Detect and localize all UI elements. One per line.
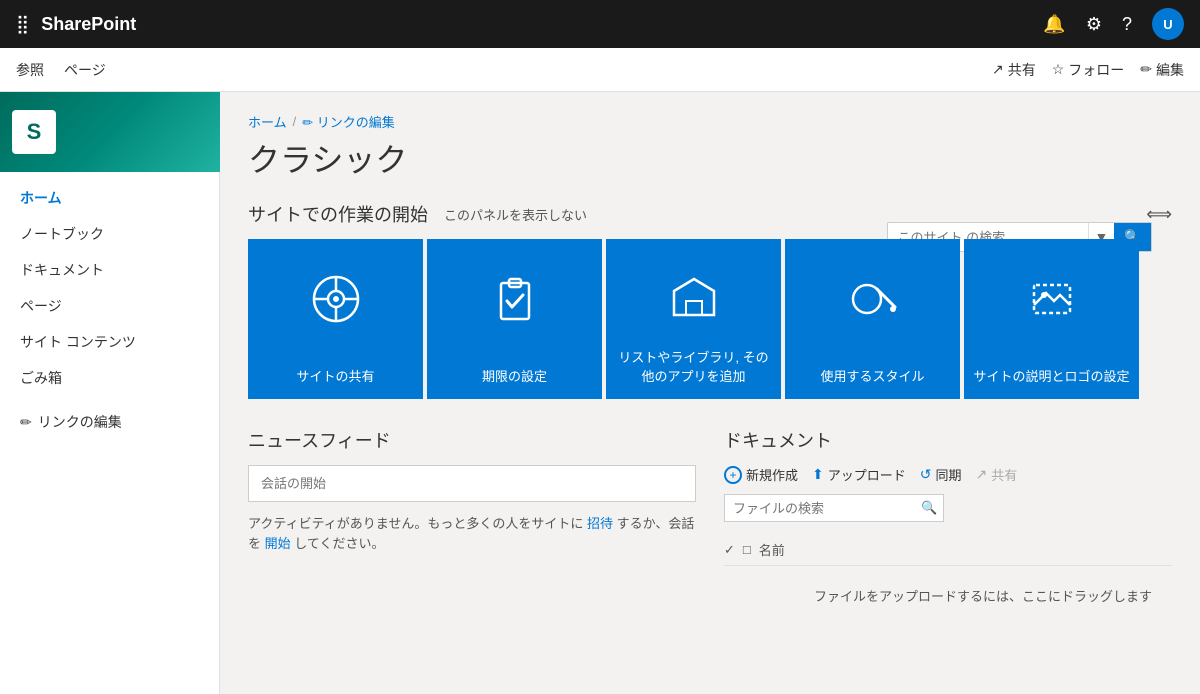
settings-icon[interactable]: ⚙ — [1086, 14, 1102, 35]
help-icon[interactable]: ? — [1122, 14, 1132, 35]
top-bar-right: 🔔 ⚙ ? U — [1043, 8, 1184, 40]
newsfeed-title: ニュースフィード — [248, 427, 696, 453]
bottom-row: ニュースフィード アクティビティがありません。もっと多くの人をサイトに 招待 す… — [248, 427, 1172, 605]
doc-list-header: ✓ □ 名前 — [724, 534, 1172, 566]
newsfeed-message: アクティビティがありません。もっと多くの人をサイトに 招待 するか、会話を 開始… — [248, 514, 696, 553]
upload-icon: ⬆ — [812, 466, 824, 483]
upload-button[interactable]: ⬆ アップロード — [812, 465, 906, 484]
sync-button[interactable]: ↺ 同期 — [920, 465, 962, 484]
cards-row: サイトの共有 期限の設定 — [248, 239, 1172, 399]
app-launcher-icon[interactable]: ⣿ — [16, 14, 29, 35]
edit-action[interactable]: ✏ 編集 — [1140, 60, 1184, 80]
sidebar-item-documents[interactable]: ドキュメント — [0, 252, 219, 288]
breadcrumb-edit-link[interactable]: ✏ リンクの編集 — [302, 112, 395, 131]
doc-search-input[interactable] — [725, 496, 915, 521]
share-site-icon — [306, 269, 366, 329]
nav-item-page[interactable]: ページ — [64, 60, 106, 80]
top-bar-left: ⣿ SharePoint — [16, 14, 136, 35]
main-layout: S ホーム ノートブック ドキュメント ページ サイト コンテンツ ごみ箱 ✏ … — [0, 92, 1200, 694]
breadcrumb: ホーム / ✏ リンクの編集 — [248, 112, 1172, 131]
card-deadline-label: 期限の設定 — [474, 366, 555, 385]
doc-search: 🔍 — [724, 494, 944, 522]
secondary-nav-right: ↗ 共有 ☆ フォロー ✏ 編集 — [992, 60, 1184, 80]
palette-icon — [843, 269, 903, 329]
top-bar: ⣿ SharePoint 🔔 ⚙ ? U — [0, 0, 1200, 48]
secondary-nav-left: 参照 ページ — [16, 60, 106, 80]
sidebar-item-pages[interactable]: ページ — [0, 288, 219, 324]
sidebar-item-trash[interactable]: ごみ箱 — [0, 360, 219, 396]
documents-section: ドキュメント + 新規作成 ⬆ アップロード ↺ 同期 — [724, 427, 1172, 605]
card-site-desc[interactable]: サイトの説明とロゴの設定 — [964, 239, 1139, 399]
sidebar-nav: ホーム ノートブック ドキュメント ページ サイト コンテンツ ごみ箱 ✏ リン… — [0, 172, 219, 448]
sidebar-item-home[interactable]: ホーム — [0, 180, 219, 216]
newsfeed-section: ニュースフィード アクティビティがありません。もっと多くの人をサイトに 招待 す… — [248, 427, 696, 605]
doc-check-col: ✓ — [724, 542, 735, 558]
sidebar-item-notebook[interactable]: ノートブック — [0, 216, 219, 252]
invite-link[interactable]: 招待 — [587, 516, 613, 531]
star-icon: ☆ — [1052, 61, 1065, 78]
doc-file-col: □ — [743, 542, 751, 557]
avatar[interactable]: U — [1152, 8, 1184, 40]
site-logo-icon: S — [12, 110, 56, 154]
follow-action[interactable]: ☆ フォロー — [1052, 60, 1125, 80]
pencil-icon: ✏ — [1140, 61, 1152, 78]
site-title: SharePoint — [41, 14, 136, 35]
edit-link-icon: ✏ — [20, 414, 32, 431]
doc-empty-message: ファイルをアップロードするには、ここにドラッグします — [724, 586, 1172, 605]
house-hex-icon — [664, 269, 724, 329]
share-action[interactable]: ↗ 共有 — [992, 60, 1036, 80]
nav-item-browse[interactable]: 参照 — [16, 60, 44, 80]
card-share-site[interactable]: サイトの共有 — [248, 239, 423, 399]
new-doc-button[interactable]: + 新規作成 — [724, 465, 798, 484]
page-title: クラシック — [248, 135, 1172, 181]
doc-name-col: 名前 — [759, 540, 785, 559]
sync-icon: ↺ — [920, 466, 932, 483]
content-wrapper: ▼ 🔍 ホーム / ✏ リンクの編集 クラシック サイトでの作業の開始 このパネ… — [248, 112, 1172, 605]
clipboard-icon — [485, 269, 545, 329]
card-share-site-label: サイトの共有 — [288, 366, 382, 385]
notification-icon[interactable]: 🔔 — [1043, 14, 1065, 35]
share-icon: ↗ — [992, 61, 1004, 78]
image-icon — [1022, 269, 1082, 329]
getting-started-title: サイトでの作業の開始 — [248, 201, 428, 227]
sidebar-item-site-contents[interactable]: サイト コンテンツ — [0, 324, 219, 360]
newsfeed-input[interactable] — [248, 465, 696, 502]
documents-title: ドキュメント — [724, 427, 1172, 453]
doc-search-icon[interactable]: 🔍 — [915, 495, 943, 521]
doc-toolbar: + 新規作成 ⬆ アップロード ↺ 同期 ↗ 共 — [724, 465, 1172, 484]
card-add-apps-label: リストやライブラリ, その他のアプリを追加 — [606, 347, 781, 385]
card-style[interactable]: 使用するスタイル — [785, 239, 960, 399]
site-logo: S — [0, 92, 220, 172]
hide-panel-button[interactable]: このパネルを表示しない — [444, 205, 587, 224]
left-sidebar: S ホーム ノートブック ドキュメント ページ サイト コンテンツ ごみ箱 ✏ … — [0, 92, 220, 694]
card-set-deadline[interactable]: 期限の設定 — [427, 239, 602, 399]
start-conversation-link[interactable]: 開始 — [265, 536, 291, 551]
card-style-label: 使用するスタイル — [812, 366, 932, 385]
card-site-desc-label: サイトの説明とロゴの設定 — [965, 366, 1137, 385]
add-icon: + — [724, 466, 742, 484]
share-button: ↗ 共有 — [976, 465, 1018, 484]
share-doc-icon: ↗ — [976, 466, 988, 483]
breadcrumb-separator: / — [293, 114, 297, 129]
secondary-nav: 参照 ページ ↗ 共有 ☆ フォロー ✏ 編集 — [0, 48, 1200, 92]
sidebar-edit-link[interactable]: ✏ リンクの編集 — [0, 404, 219, 440]
content-area: ▼ 🔍 ホーム / ✏ リンクの編集 クラシック サイトでの作業の開始 このパネ… — [220, 92, 1200, 694]
breadcrumb-home[interactable]: ホーム — [248, 112, 287, 131]
card-add-apps[interactable]: リストやライブラリ, その他のアプリを追加 — [606, 239, 781, 399]
